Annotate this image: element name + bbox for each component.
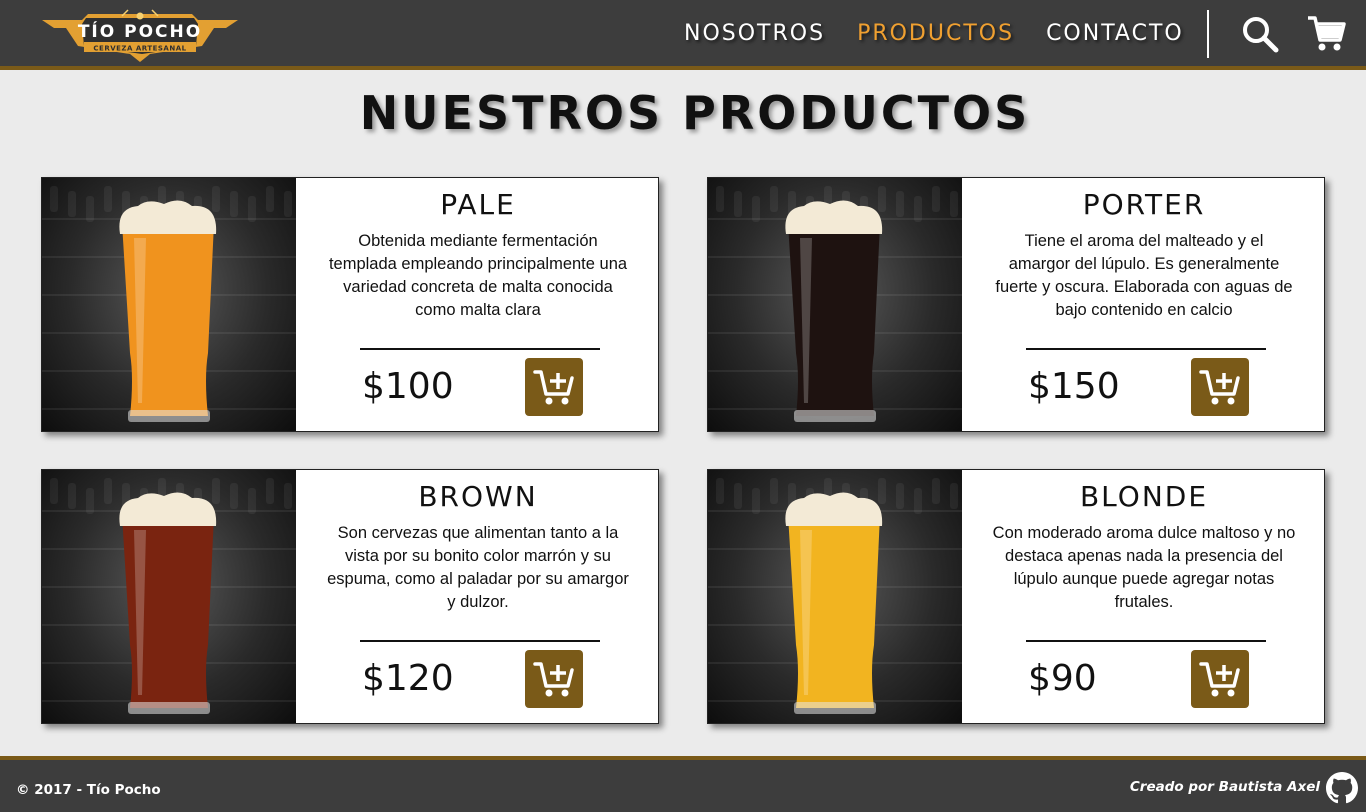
background-bottle xyxy=(950,191,958,217)
product-name: BROWN xyxy=(418,480,538,513)
divider xyxy=(360,640,600,642)
product-card: PALE Obtenida mediante fermentación temp… xyxy=(41,177,659,432)
author-credit: Creado por Bautista Axel xyxy=(1129,779,1320,795)
nav-divider xyxy=(1207,10,1209,58)
glass-base xyxy=(128,410,210,422)
background-bottle xyxy=(50,186,58,212)
background-bottle xyxy=(266,478,274,504)
background-bottle xyxy=(248,196,256,222)
product-price: $150 xyxy=(1028,366,1120,407)
add-to-cart-button[interactable] xyxy=(1191,358,1249,416)
product-description: Son cervezas que alimentan tanto a la vi… xyxy=(327,524,629,611)
background-bottle xyxy=(212,186,220,212)
nav-nosotros[interactable]: NOSOTROS xyxy=(684,21,825,46)
glass-base xyxy=(128,702,210,714)
background-bottle xyxy=(716,478,724,504)
divider xyxy=(1026,348,1266,350)
add-to-cart-icon xyxy=(1199,662,1240,697)
background-bottle xyxy=(68,191,76,217)
add-to-cart-icon xyxy=(1199,370,1240,405)
product-price: $100 xyxy=(362,366,454,407)
product-image xyxy=(42,470,296,723)
background-bottle xyxy=(950,483,958,509)
background-bottle xyxy=(752,196,760,222)
nav-contacto[interactable]: CONTACTO xyxy=(1046,21,1184,46)
background-bottle xyxy=(68,483,76,509)
background-bottle xyxy=(752,488,760,514)
background-bottle xyxy=(896,191,904,217)
product-price: $120 xyxy=(362,658,454,699)
background-bottle xyxy=(914,196,922,222)
search-icon[interactable] xyxy=(1240,14,1280,54)
page-title: NUESTROS PRODUCTOS xyxy=(359,86,1031,140)
background-bottle xyxy=(734,483,742,509)
beer-glass-illustration xyxy=(708,478,962,714)
background-bottle xyxy=(212,478,220,504)
logo[interactable]: TÍO POCHO CERVEZA ARTESANAL xyxy=(42,6,238,62)
add-to-cart-icon xyxy=(533,662,574,697)
product-description: Tiene el aroma del malteado y el amargor… xyxy=(995,232,1293,319)
nav-productos[interactable]: PRODUCTOS xyxy=(857,21,1014,46)
background-bottle xyxy=(248,488,256,514)
add-to-cart-button[interactable] xyxy=(525,358,583,416)
product-description: Con moderado aroma dulce maltoso y no de… xyxy=(992,524,1296,611)
product-name: PORTER xyxy=(1082,188,1206,221)
background-bottle xyxy=(932,478,940,504)
product-name: PALE xyxy=(440,188,516,221)
background-bottle xyxy=(86,488,94,514)
main-nav: NOSOTROS PRODUCTOS CONTACTO xyxy=(684,0,1216,66)
background-bottle xyxy=(734,191,742,217)
product-name: BLONDE xyxy=(1079,480,1209,513)
background-bottle xyxy=(104,478,112,504)
add-to-cart-icon xyxy=(533,370,574,405)
background-bottle xyxy=(284,191,292,217)
logo-badge: TÍO POCHO CERVEZA ARTESANAL xyxy=(42,9,238,62)
footer: © 2017 - Tío Pocho Creado por Bautista A… xyxy=(0,756,1366,812)
background-bottle xyxy=(878,478,886,504)
product-image xyxy=(42,178,296,431)
product-image xyxy=(708,470,962,723)
header: TÍO POCHO CERVEZA ARTESANAL NOSOTROS PRO… xyxy=(0,0,1366,70)
cart-icon[interactable] xyxy=(1306,14,1346,54)
product-card: BLONDE Con moderado aroma dulce maltoso … xyxy=(707,469,1325,724)
background-bottle xyxy=(770,478,778,504)
background-bottle xyxy=(914,488,922,514)
svg-text:CERVEZA ARTESANAL: CERVEZA ARTESANAL xyxy=(93,45,186,53)
add-to-cart-button[interactable] xyxy=(1191,650,1249,708)
background-bottle xyxy=(878,186,886,212)
background-bottle xyxy=(230,191,238,217)
product-card: BROWN Son cervezas que alimentan tanto a… xyxy=(41,469,659,724)
product-price: $90 xyxy=(1028,658,1097,699)
svg-text:TÍO POCHO: TÍO POCHO xyxy=(78,20,202,42)
background-bottle xyxy=(896,483,904,509)
beer-glass-illustration xyxy=(42,186,296,422)
background-bottle xyxy=(230,483,238,509)
background-bottle xyxy=(104,186,112,212)
background-bottle xyxy=(50,478,58,504)
background-bottle xyxy=(932,186,940,212)
divider xyxy=(360,348,600,350)
beer-glass-illustration xyxy=(42,478,296,714)
background-bottle xyxy=(266,186,274,212)
product-card: PORTER Tiene el aroma del malteado y el … xyxy=(707,177,1325,432)
github-icon[interactable] xyxy=(1326,772,1358,804)
add-to-cart-button[interactable] xyxy=(525,650,583,708)
copyright-text: © 2017 - Tío Pocho xyxy=(16,782,161,798)
product-image xyxy=(708,178,962,431)
glass-base xyxy=(794,410,876,422)
background-bottle xyxy=(770,186,778,212)
background-bottle xyxy=(86,196,94,222)
background-bottle xyxy=(284,483,292,509)
background-bottle xyxy=(716,186,724,212)
product-description: Obtenida mediante fermentación templada … xyxy=(328,232,628,319)
beer-glass-illustration xyxy=(708,186,962,422)
glass-base xyxy=(794,702,876,714)
divider xyxy=(1026,640,1266,642)
